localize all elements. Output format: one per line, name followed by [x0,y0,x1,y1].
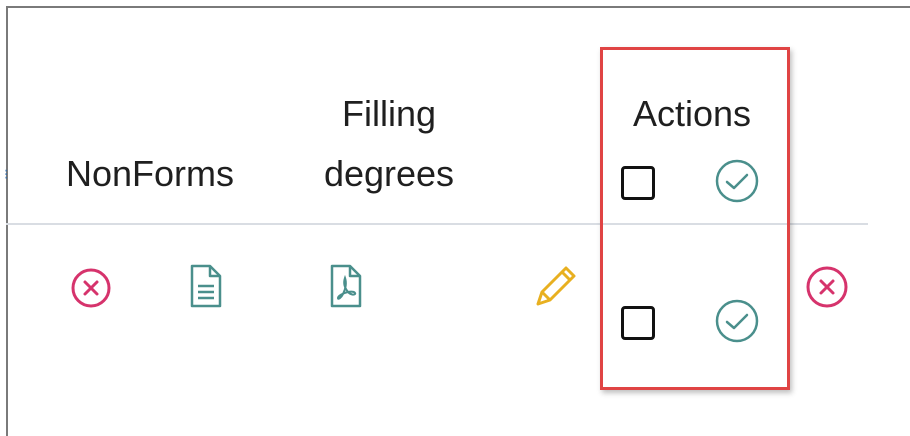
header-filling-degrees[interactable]: Filling degrees [306,84,472,204]
header-nonforms[interactable]: NonForms [52,144,248,204]
column-resize-handle[interactable]: ⁝ [4,164,10,184]
remove-close-circle-icon[interactable] [803,263,851,311]
pdf-icon[interactable] [326,262,366,310]
status-close-circle-icon[interactable] [68,265,114,311]
header-filling-line2: degrees [323,153,455,194]
edit-pencil-icon[interactable] [530,262,580,312]
document-icon[interactable] [186,262,226,310]
header-filling-line1: Filling [341,93,437,134]
actions-highlight-box [600,47,790,390]
